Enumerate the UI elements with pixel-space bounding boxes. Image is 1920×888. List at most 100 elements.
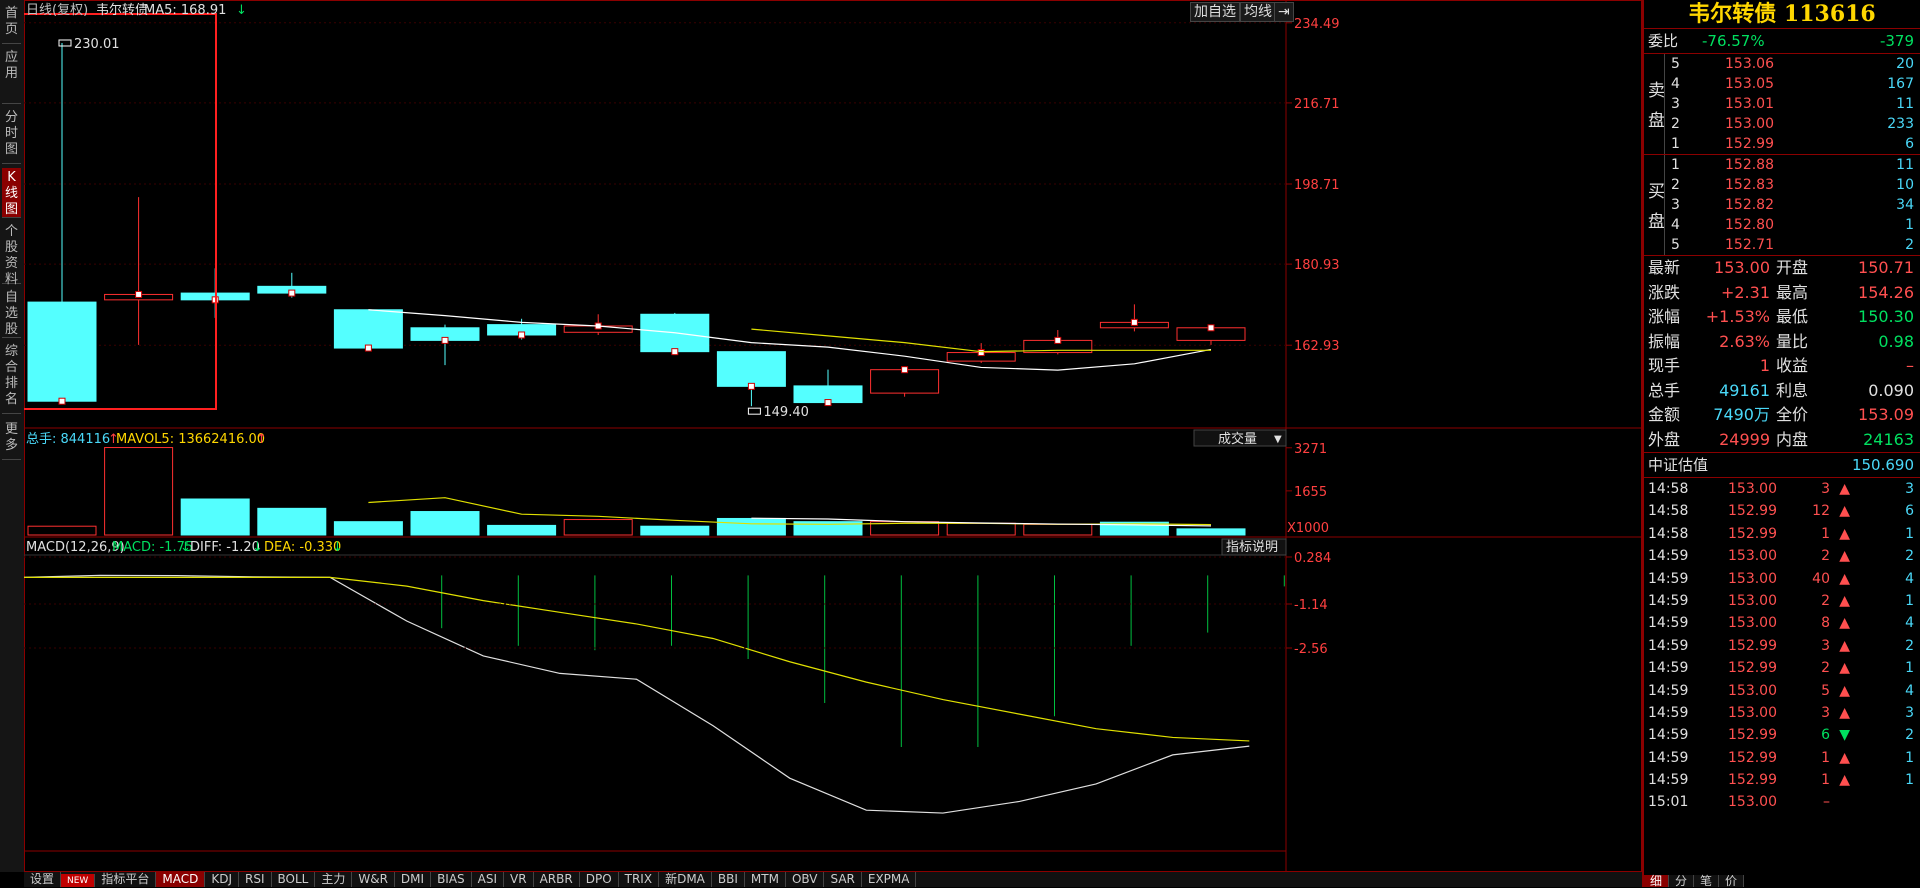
indicator-help-button[interactable]: 指标说明 [1226,540,1278,555]
tick-row: 14:59 152.99 1 ▲ 1 [1644,769,1920,791]
indicator-tab-5[interactable]: RSI [239,872,272,887]
tick-list[interactable]: 14:58 153.00 3 ▲ 3 14:58 152.99 12 ▲ 6 14:58 152.99… [1644,477,1920,814]
price-axis-label-4: 162.93 [1294,339,1340,354]
indicator-tab-12[interactable]: VR [504,872,534,887]
book-qty: 2 [1905,237,1914,253]
tick-volume: 8 [1821,615,1830,632]
kline-chart-svg[interactable]: 234.49 216.71 198.71 180.93 162.93 230.01 149.… [7,0,1642,872]
dea-readout: DEA: -0.330 [264,540,341,555]
quote-tab-1[interactable]: 分 [1669,875,1695,887]
left-tab-2[interactable]: 分时图 [2,108,21,164]
macd-name: MACD(12,26,9) [26,540,125,555]
volume-dropdown[interactable]: 成交量 [1218,431,1257,447]
book-price: 152.80 [1725,217,1774,233]
weibi-value: -379 [1879,32,1914,50]
indicator-tab-8[interactable]: W&R [352,872,395,887]
left-tab-3[interactable]: K线图 [2,168,21,218]
tick-price: 153.00 [1728,704,1777,721]
left-nav: 首页 应用分时图 K线图个股资料 自选股综合排名更多 [0,0,25,872]
tick-price: 153.00 [1728,794,1777,811]
add-watchlist-button[interactable]: 加自选 [1190,2,1240,22]
stat-value: 150.30 [1858,307,1914,326]
up-arrow-icon: ▲ [1839,772,1850,789]
indicator-tab-3[interactable]: MACD [156,872,206,887]
indicator-tab-18[interactable]: MTM [745,872,786,887]
left-tab-4[interactable]: 个股资料 [2,222,21,287]
book-price: 152.71 [1725,237,1774,253]
down-arrow-icon: ▼ [1839,727,1850,744]
left-tab-6[interactable]: 综合排名 [2,342,21,414]
book-level: 1 [1671,157,1680,173]
left-tab-7[interactable]: 更多 [2,420,21,460]
indicator-tab-14[interactable]: DPO [580,872,619,887]
high-marker-box [58,39,72,47]
kline-chart-area[interactable]: 234.49 216.71 198.71 180.93 162.93 230.01 149.… [7,0,1642,872]
book-level: 3 [1671,96,1680,112]
ma5-arrow-icon: ↓ [236,3,247,18]
book-level: 2 [1671,177,1680,193]
indicator-tab-10[interactable]: BIAS [431,872,472,887]
tick-volume: 1 [1821,749,1830,766]
tick-count: 4 [1905,682,1914,699]
up-arrow-icon: ▲ [1839,525,1850,542]
dea-arrow-icon: ↓ [332,540,343,555]
chart-mode-label: 日线(复权) [26,2,88,18]
tick-price: 152.99 [1728,503,1777,520]
book-price: 153.00 [1725,116,1774,132]
candle-marker [135,290,143,298]
indicator-tab-16[interactable]: 新DMA [659,872,712,887]
up-arrow-icon: ▲ [1839,592,1850,609]
volume-bar [1176,528,1246,536]
stat-row: 金额 7490万 全价 153.09 [1644,403,1920,428]
candle-marker [364,344,372,352]
indicator-tab-9[interactable]: DMI [395,872,432,887]
volume-bar [27,525,97,536]
left-tab-5[interactable]: 自选股 [2,288,21,338]
indicator-tab-11[interactable]: ASI [472,872,505,887]
buy-row: 3 152.82 34 [1664,195,1920,215]
indicator-tab-15[interactable]: TRIX [619,872,660,887]
tick-time: 14:59 [1648,682,1689,699]
volume-bar [410,511,480,536]
tick-time: 14:59 [1648,548,1689,565]
tick-price: 152.99 [1728,772,1777,789]
ma-button[interactable]: 均线 [1240,2,1276,22]
mavol5-readout: MAVOL5: 13662416.00 [116,432,265,447]
tick-row: 14:59 153.00 40 ▲ 4 [1644,568,1920,590]
indicator-tab-1[interactable]: NEW [61,874,96,887]
indicator-tab-0[interactable]: 设置 [24,872,62,887]
left-tab-0[interactable]: 首页 [2,4,21,44]
indicator-tab-13[interactable]: ARBR [534,872,580,887]
quote-tab-2[interactable]: 笔 [1694,875,1720,887]
indicator-tab-19[interactable]: OBV [786,872,825,887]
indicator-tab-6[interactable]: BOLL [272,872,316,887]
book-level: 5 [1671,56,1680,72]
book-level: 2 [1671,116,1680,132]
indicator-tab-20[interactable]: SAR [824,872,862,887]
up-arrow-icon: ▲ [1839,548,1850,565]
tick-time: 14:59 [1648,727,1689,744]
expand-icon[interactable]: ⇥ [1274,2,1294,22]
indicator-tab-17[interactable]: BBI [712,872,745,887]
stat-label: 量比 [1776,331,1809,351]
quote-tab-0[interactable]: 细 [1644,875,1670,887]
stat-value: 150.71 [1858,258,1914,277]
candle-marker [58,397,66,405]
quote-tab-3[interactable]: 价 [1719,875,1745,887]
tick-time: 14:59 [1648,615,1689,632]
tick-count: 3 [1905,704,1914,721]
stat-value: 49161 [1719,380,1770,400]
tick-price: 152.99 [1728,525,1777,542]
indicator-tab-4[interactable]: KDJ [205,872,239,887]
volume-bar [104,447,174,536]
tick-price: 153.00 [1728,682,1777,699]
book-level: 4 [1671,76,1680,92]
indicator-tab-2[interactable]: 指标平台 [95,872,157,887]
tick-row: 14:58 152.99 12 ▲ 6 [1644,500,1920,522]
left-tab-1[interactable]: 应用 [2,48,21,104]
tick-count: 6 [1905,503,1914,520]
mavol5-arrow-icon: ↑ [256,432,267,447]
quote-title: 韦尔转债 113616 [1644,0,1920,29]
indicator-tab-7[interactable]: 主力 [315,872,353,887]
indicator-tab-21[interactable]: EXPMA [862,872,917,887]
